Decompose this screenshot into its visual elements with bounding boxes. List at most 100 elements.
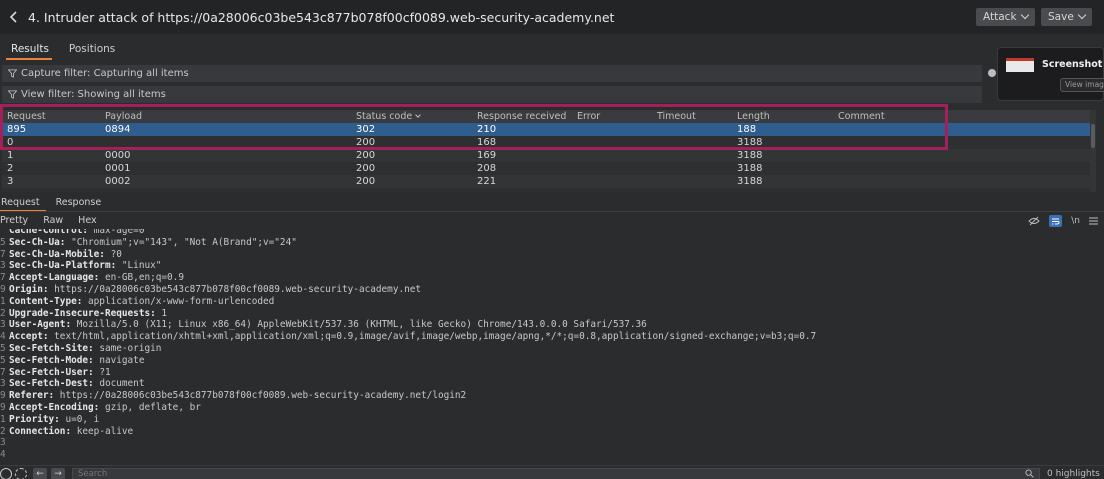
capture-toggle[interactable] — [988, 69, 996, 77]
header-line: 5 Sec-Fetch-Site: same-origin — [0, 343, 1104, 355]
cell-request: 2 — [7, 163, 14, 174]
tab-hex[interactable]: Hex — [78, 215, 103, 229]
capture-filter-bar[interactable]: Capture filter: Capturing all items — [2, 65, 982, 82]
help-icon[interactable] — [0, 468, 12, 479]
header-line: Cache-Control: max-age=0 — [0, 229, 1104, 237]
header-line: 7 Sec-Ch-Ua-Mobile: ?0 — [0, 249, 1104, 261]
header-name: Priority: — [9, 413, 60, 425]
table-row[interactable]: 3 0002 200 221 3188 — [2, 175, 1090, 188]
attack-menu-button[interactable]: Attack — [976, 8, 1035, 26]
line-number: 5 — [0, 343, 6, 354]
line-number: 4 — [0, 449, 6, 461]
back-arrow-icon[interactable] — [2, 0, 26, 34]
cell-payload: 0000 — [105, 150, 131, 161]
view-image-button[interactable]: View image — [1060, 78, 1104, 92]
column-comment[interactable]: Comment — [838, 111, 885, 122]
hide-eye-icon[interactable] — [1028, 215, 1040, 227]
tab-request[interactable]: Request — [0, 196, 46, 212]
header-value: gzip, deflate, br — [99, 402, 201, 413]
header-name: User-Agent: — [9, 319, 72, 331]
header-value: application/x-www-form-urlencoded — [82, 295, 275, 307]
tab-pretty[interactable]: Pretty — [0, 215, 35, 231]
line-number: 1 — [0, 295, 6, 307]
table-row[interactable]: 895 0894 302 210 188 — [2, 123, 1090, 136]
header-value: text/html,application/xhtml+xml,applicat… — [48, 331, 817, 343]
column-response-received[interactable]: Response received — [477, 111, 566, 122]
header-value: en-GB,en;q=0.9 — [99, 272, 184, 284]
cell-payload: 0001 — [105, 163, 131, 174]
next-match-button[interactable]: → — [51, 468, 65, 479]
cell-length: 3188 — [737, 150, 763, 161]
header-line: 4 — [0, 449, 1104, 461]
header-value: "Chromium";v="143", "Not A(Brand";v="24" — [65, 236, 297, 248]
column-length[interactable]: Length — [737, 111, 770, 122]
column-status-code-label: Status code — [356, 111, 413, 122]
line-number: 7 — [0, 366, 6, 378]
cell-received: 169 — [477, 150, 497, 161]
editor-toolbar: \n — [1028, 214, 1098, 228]
menu-icon[interactable] — [1089, 215, 1098, 227]
tab-raw[interactable]: Raw — [43, 215, 70, 229]
screenshot-thumbnail — [1006, 58, 1034, 72]
cell-length: 3188 — [737, 163, 763, 174]
header-line: 5 Sec-Ch-Ua: "Chromium";v="143", "Not A(B… — [0, 237, 1104, 249]
header-name: Accept-Language: — [9, 272, 100, 284]
header-name: Accept-Encoding: — [9, 402, 100, 413]
save-menu-label: Save — [1048, 11, 1074, 23]
line-number: 1 — [0, 413, 6, 425]
show-newlines-toggle[interactable]: \n — [1071, 215, 1080, 227]
wrap-lines-icon[interactable] — [1049, 215, 1063, 227]
scrollbar-thumb[interactable] — [1091, 124, 1095, 148]
header-value: https://0a28006c03be543c877b078f00cf0089… — [54, 390, 467, 402]
view-filter-bar[interactable]: View filter: Showing all items — [2, 86, 982, 103]
screenshot-notification[interactable]: Screenshot taken View image — [997, 47, 1104, 101]
save-menu-button[interactable]: Save — [1041, 8, 1092, 26]
header-line: 4 Accept: text/html,application/xhtml+xml… — [0, 331, 1104, 343]
table-scrollbar[interactable] — [1090, 110, 1096, 192]
table-row[interactable]: 2 0001 200 208 3188 — [2, 162, 1090, 175]
header-line: 3 User-Agent: Mozilla/5.0 (X11; Linux x86… — [0, 319, 1104, 331]
attack-menu-label: Attack — [983, 11, 1017, 23]
column-status-code[interactable]: Status code — [356, 111, 422, 122]
header-name: Upgrade-Insecure-Requests: — [9, 307, 156, 319]
header-line: 9 Referer: https://0a28006c03be543c877b07… — [0, 390, 1104, 402]
tab-response[interactable]: Response — [55, 196, 108, 211]
header-value: max-age=0 — [88, 229, 145, 236]
chevron-down-icon — [1077, 10, 1087, 20]
line-number: 3 — [0, 319, 6, 331]
line-number: 2 — [0, 307, 6, 319]
cell-received: 168 — [477, 137, 497, 148]
view-filter-label: View filter: Showing all items — [21, 89, 166, 100]
search-input[interactable] — [72, 468, 1040, 479]
table-row[interactable]: 1 0000 200 169 3188 — [2, 149, 1090, 162]
capture-filter-label: Capture filter: Capturing all items — [21, 68, 189, 79]
column-request[interactable]: Request — [7, 111, 46, 122]
view-tabs: Pretty Raw Hex — [0, 215, 112, 231]
request-editor[interactable]: Cache-Control: max-age=0 5 Sec-Ch-Ua: "Chr… — [0, 229, 1104, 462]
header-line: 3 — [0, 437, 1104, 449]
tab-results[interactable]: Results — [0, 40, 58, 60]
header-line: 2 Upgrade-Insecure-Requests: 1 — [0, 308, 1104, 320]
table-row[interactable]: 0 200 168 3188 — [2, 136, 1090, 149]
header-value: 1 — [155, 307, 168, 319]
tab-positions[interactable]: Positions — [58, 40, 124, 60]
settings-gear-icon[interactable] — [15, 468, 27, 479]
header-value: ?1 — [93, 366, 111, 378]
previous-match-button[interactable]: ← — [33, 468, 47, 479]
column-timeout[interactable]: Timeout — [657, 111, 696, 122]
line-number: 7 — [0, 272, 6, 284]
line-number: 4 — [0, 331, 6, 343]
header-name: Sec-Ch-Ua-Mobile: — [9, 248, 105, 260]
line-number: 9 — [0, 390, 6, 402]
bottom-search-bar: ← → 0 highlights — [0, 465, 1104, 479]
header-name: Connection: — [9, 425, 72, 437]
cell-status: 200 — [356, 163, 376, 174]
header-name: Content-Type: — [9, 295, 83, 307]
column-error[interactable]: Error — [577, 111, 600, 122]
line-number: 9 — [0, 284, 6, 295]
header-name: Sec-Ch-Ua-Platform: — [9, 260, 117, 272]
header-line: 9 Accept-Encoding: gzip, deflate, br — [0, 402, 1104, 414]
column-payload[interactable]: Payload — [105, 111, 142, 122]
search-icon — [1025, 469, 1034, 478]
cell-request: 0 — [7, 137, 14, 148]
